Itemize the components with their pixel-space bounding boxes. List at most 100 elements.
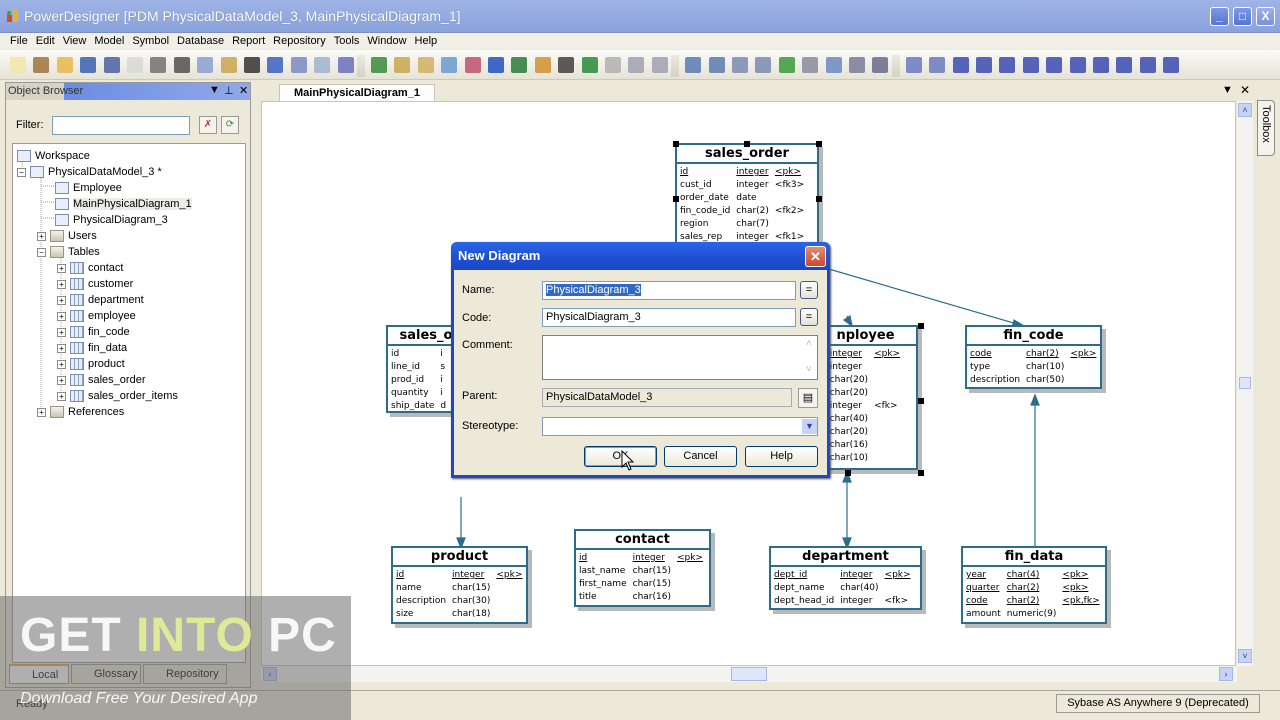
tree-item-workspace[interactable]: Workspace	[17, 148, 90, 164]
selection-handle[interactable]	[673, 141, 679, 147]
selection-handle[interactable]	[816, 141, 822, 147]
open-icon[interactable]	[56, 57, 73, 73]
code-input[interactable]: PhysicalDiagram_3	[542, 308, 796, 327]
check-model-icon[interactable]	[464, 57, 481, 73]
comment-scroll-up-icon[interactable]: ˄	[806, 338, 812, 349]
menu-edit[interactable]: Edit	[32, 33, 59, 49]
employee-table[interactable]: nployeeinteger<pk>dintegerechar(20)echar…	[815, 325, 918, 470]
tree-item-tables[interactable]: − Tables	[37, 244, 100, 260]
code-to-name-button[interactable]: =	[800, 308, 818, 326]
fin-code-table[interactable]: fin_code code char(2) <pk> type char(10) descr…	[965, 325, 1102, 389]
selection-handle[interactable]	[673, 196, 679, 202]
new-diagram-icon[interactable]	[371, 57, 387, 73]
tree-item-table[interactable]: + customer	[57, 276, 133, 292]
menu-symbol[interactable]: Symbol	[128, 33, 173, 49]
selection-handle[interactable]	[816, 196, 822, 202]
selection-handle[interactable]	[744, 141, 750, 147]
multi-page-icon[interactable]	[755, 57, 772, 73]
new-project-icon[interactable]	[33, 57, 50, 73]
align-left-icon[interactable]	[952, 57, 969, 73]
name-input[interactable]: PhysicalDiagram_3	[542, 281, 796, 300]
delete-icon[interactable]	[244, 57, 260, 73]
filter-input[interactable]	[52, 116, 190, 135]
expand-icon[interactable]: +	[57, 375, 66, 385]
collapse-icon[interactable]: −	[37, 247, 46, 257]
align-top-icon[interactable]	[1069, 57, 1086, 73]
pin-icon[interactable]: ⊥	[224, 84, 234, 97]
same-width-icon[interactable]	[1022, 57, 1039, 73]
menu-repository[interactable]: Repository	[269, 33, 330, 49]
dialog-close-button[interactable]: ✕	[805, 246, 826, 267]
refresh-icon[interactable]	[441, 57, 458, 73]
align-middle-icon[interactable]	[1093, 57, 1109, 73]
selection-handle[interactable]	[845, 470, 851, 476]
tree-item-table[interactable]: + employee	[57, 308, 136, 324]
find-icon[interactable]	[417, 57, 434, 73]
tab-main-physical-diagram[interactable]: MainPhysicalDiagram_1	[279, 84, 435, 102]
page-icon[interactable]	[732, 57, 748, 73]
toolbox-tab[interactable]: Toolbox	[1257, 100, 1275, 156]
forward-icon[interactable]	[651, 57, 668, 73]
expand-icon[interactable]: +	[57, 263, 66, 273]
horizontal-scrollbar[interactable]: ‹ ›	[261, 666, 1237, 682]
tree-item-table[interactable]: + sales_order	[57, 372, 145, 388]
menu-model[interactable]: Model	[90, 33, 128, 49]
tree-item-table[interactable]: + fin_code	[57, 324, 130, 340]
comment-textarea[interactable]	[542, 335, 818, 380]
name-to-code-button[interactable]: =	[800, 281, 818, 299]
tree-item-users[interactable]: + Users	[37, 228, 97, 244]
save-icon[interactable]	[80, 57, 97, 73]
zoom-icon[interactable]	[825, 57, 842, 73]
panel-menu-icon[interactable]: ▼	[209, 84, 220, 96]
back-icon[interactable]	[628, 57, 645, 73]
comment-scroll-down-icon[interactable]: ˅	[806, 364, 812, 375]
panel-close-icon[interactable]: ✕	[239, 84, 248, 97]
apply-filter-icon[interactable]: ⟳	[221, 116, 239, 134]
fin-data-table[interactable]: fin_data year char(4) <pk> quarter char(2) <pk…	[961, 546, 1107, 624]
distribute-horizontal-icon[interactable]	[1046, 57, 1063, 73]
package-diagram-icon[interactable]	[708, 57, 725, 73]
product-table[interactable]: product id integer <pk> name char(15) descript…	[391, 546, 528, 624]
save-all-icon[interactable]	[103, 57, 120, 73]
selection-handle[interactable]	[918, 398, 924, 404]
expand-icon[interactable]: +	[37, 231, 46, 241]
tree-item-table[interactable]: + contact	[57, 260, 123, 276]
tree-item-diagram[interactable]: PhysicalDiagram_3	[55, 212, 168, 228]
menu-window[interactable]: Window	[363, 33, 410, 49]
tree-item-table[interactable]: + sales_order_items	[57, 388, 178, 404]
document-close-icon[interactable]: ✕	[1240, 83, 1250, 97]
copy-icon[interactable]	[197, 57, 214, 73]
expand-icon[interactable]: +	[57, 295, 66, 305]
tree-item-table[interactable]: + product	[57, 356, 125, 372]
distribute-vertical-icon[interactable]	[1163, 57, 1180, 73]
selection-handle[interactable]	[918, 323, 924, 329]
help-button[interactable]: Help	[745, 446, 818, 467]
align-bottom-icon[interactable]	[1116, 57, 1133, 73]
vertical-scroll-thumb[interactable]	[1239, 377, 1251, 389]
tree-item-references[interactable]: + References	[37, 404, 124, 420]
print-preview-icon[interactable]	[127, 57, 143, 73]
new-icon[interactable]	[10, 57, 26, 73]
expand-icon[interactable]: +	[57, 311, 66, 321]
tree-item-diagram[interactable]: Employee	[55, 180, 122, 196]
list-icon[interactable]	[849, 57, 865, 73]
scroll-down-icon[interactable]: ˅	[1238, 649, 1252, 663]
text-format-icon[interactable]	[511, 57, 528, 73]
parent-properties-icon[interactable]: ▤	[798, 388, 818, 408]
shadow-icon[interactable]	[488, 57, 504, 73]
redo-icon[interactable]	[290, 57, 307, 73]
layout-icon[interactable]	[929, 57, 946, 73]
selection-handle[interactable]	[918, 470, 924, 476]
cancel-button[interactable]: Cancel	[664, 446, 737, 467]
diagram-graph-icon[interactable]	[802, 57, 819, 73]
department-table[interactable]: department dept_id integer <pk> dept_name cha…	[769, 546, 922, 610]
chevron-down-icon[interactable]: ▼	[802, 419, 817, 434]
fill-icon[interactable]	[558, 57, 575, 73]
generate-icon[interactable]	[778, 57, 795, 73]
export-icon[interactable]	[605, 57, 621, 73]
maximize-button[interactable]: □	[1233, 7, 1252, 26]
grid-icon[interactable]	[872, 57, 889, 73]
minimize-button[interactable]: _	[1210, 7, 1229, 26]
line-style-icon[interactable]	[534, 57, 551, 73]
align-right-icon[interactable]	[999, 57, 1016, 73]
